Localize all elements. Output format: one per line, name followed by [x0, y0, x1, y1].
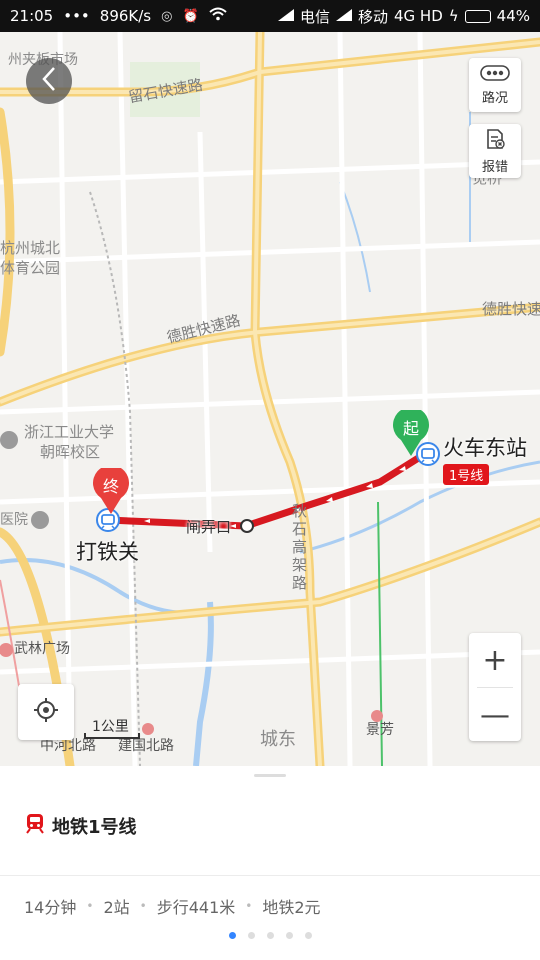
place-label: 中河北路 [40, 738, 96, 754]
walk-distance: 步行441米 [156, 898, 236, 917]
net-speed: 896K/s [99, 7, 152, 25]
page-dot[interactable] [247, 932, 255, 939]
place-label: 体育公园 [0, 259, 61, 277]
carrier-1: 电信 [299, 7, 330, 26]
traffic-label: 路况 [481, 90, 508, 106]
place-label: 杭州城北 [0, 239, 61, 257]
report-icon [484, 128, 506, 154]
start-pin[interactable]: 起 [393, 407, 429, 456]
traffic-button[interactable]: 路况 [469, 58, 521, 112]
network-type: 4G HD [393, 7, 443, 25]
start-station-name[interactable]: 火车东站 [443, 432, 527, 462]
zoom-in-button[interactable]: + [469, 633, 521, 687]
back-button[interactable] [26, 58, 72, 104]
end-pin-label: 终 [102, 477, 119, 496]
scale-bar [84, 733, 140, 739]
road-label: 秋石高架路 [292, 502, 308, 592]
start-pin-label: 起 [402, 419, 419, 438]
charging-icon: ϟ [448, 7, 459, 25]
place-label: 景芳 [366, 722, 394, 738]
place-label: 建国北路 [118, 738, 174, 754]
carrier-2: 移动 [357, 7, 388, 26]
route-title: 地铁1号线 [24, 812, 137, 839]
traffic-icon [480, 64, 510, 85]
report-label: 报错 [481, 159, 508, 175]
place-label: 武林广场 [14, 641, 70, 657]
status-bar: 21:05 ••• 896K/s ◎ ⏰ 电信 移动 4G HD ϟ 44% [0, 0, 540, 32]
page-dot[interactable] [285, 932, 293, 939]
report-error-button[interactable]: 报错 [469, 124, 521, 178]
notification-dots-icon: ••• [63, 7, 90, 25]
chevron-left-icon [40, 66, 58, 96]
status-time: 21:05 [10, 7, 54, 25]
battery-percent: 44% [496, 7, 530, 25]
map-view[interactable]: 州夹板市场 杭州城北 体育公园 浙江工业大学 朝晖校区 医院 武林广场 中河北路… [0, 32, 540, 766]
stop-count: 2站 [103, 898, 130, 917]
place-label: 朝晖校区 [40, 443, 101, 461]
zoom-out-button[interactable]: — [469, 688, 521, 742]
subway-icon [24, 812, 46, 839]
page-dot[interactable] [304, 932, 312, 939]
zoom-control: + — [469, 633, 521, 741]
road-label: 德胜快速 [482, 300, 540, 318]
page-dot[interactable] [228, 932, 236, 939]
separator-dot: • [139, 899, 147, 913]
separator-dot: • [86, 899, 94, 913]
place-label: 城东 [260, 729, 296, 750]
map-base [0, 32, 540, 766]
route-summary: 14分钟 • 2站 • 步行441米 • 地铁2元 [24, 894, 321, 918]
place-label: 浙江工业大学 [24, 423, 115, 441]
route-sheet[interactable]: 地铁1号线 14分钟 • 2站 • 步行441米 • 地铁2元 [0, 766, 540, 960]
route-name: 地铁1号线 [52, 816, 137, 838]
sync-icon: ◎ [161, 8, 173, 24]
drag-handle[interactable] [254, 774, 286, 777]
page-dot[interactable] [266, 932, 274, 939]
divider [0, 875, 540, 876]
alarm-icon: ⏰ [182, 8, 199, 24]
locate-icon [33, 697, 59, 727]
signal-icon [335, 7, 352, 25]
duration: 14分钟 [24, 898, 77, 917]
separator-dot: • [245, 899, 253, 913]
middle-station-name[interactable]: 闸弄口 [186, 516, 231, 537]
end-station-name[interactable]: 打铁关 [76, 536, 139, 566]
locate-button[interactable] [18, 684, 74, 740]
battery-icon [464, 9, 491, 23]
line-badge: 1号线 [443, 464, 490, 485]
page-indicator [0, 932, 540, 939]
place-label: 医院 [0, 512, 28, 528]
signal-icon [277, 7, 294, 25]
wifi-icon [208, 7, 227, 25]
fare: 地铁2元 [262, 898, 321, 917]
end-pin[interactable]: 终 [93, 465, 129, 514]
